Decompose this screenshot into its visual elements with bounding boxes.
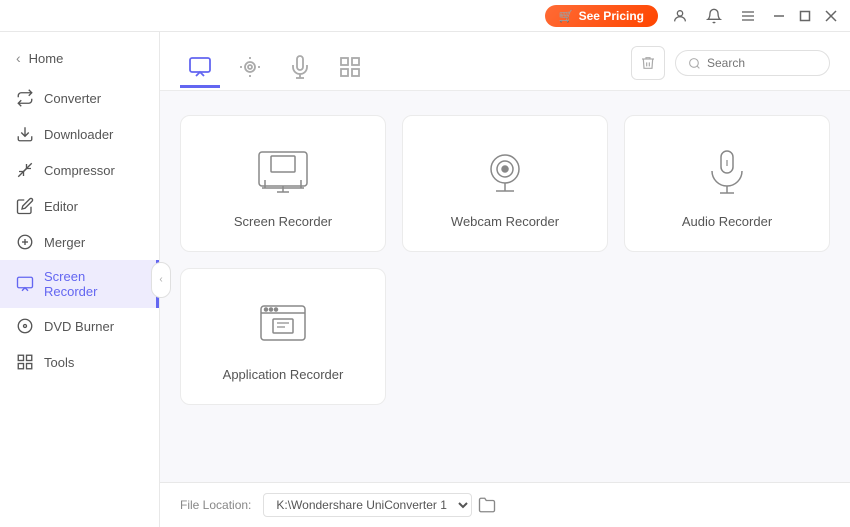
tab-webcam[interactable] [230, 48, 270, 88]
tab-audio[interactable] [280, 48, 320, 88]
user-profile-button[interactable] [666, 2, 694, 30]
toolbar-tabs [180, 48, 370, 88]
dvd-burner-icon [16, 317, 34, 335]
sidebar-item-downloader-label: Downloader [44, 127, 113, 142]
application-recorder-card[interactable]: Application Recorder [180, 268, 386, 405]
file-location-label: File Location: [180, 498, 251, 512]
sidebar-item-tools-label: Tools [44, 355, 74, 370]
sidebar-item-converter-label: Converter [44, 91, 101, 106]
window-controls [768, 5, 842, 27]
sidebar-item-editor[interactable]: Editor [0, 188, 159, 224]
title-bar: 🛒 See Pricing [0, 0, 850, 32]
downloader-icon [16, 125, 34, 143]
tools-icon [16, 353, 34, 371]
application-recorder-card-label: Application Recorder [223, 367, 344, 382]
sidebar-item-converter[interactable]: Converter [0, 80, 159, 116]
sidebar-item-editor-label: Editor [44, 199, 78, 214]
bell-icon [706, 8, 722, 24]
minimize-button[interactable] [768, 5, 790, 27]
file-path-select[interactable]: K:\Wondershare UniConverter 1 C:\Users\U… [263, 493, 472, 517]
folder-icon [478, 496, 496, 514]
menu-button[interactable] [734, 2, 762, 30]
tab-screen[interactable] [180, 48, 220, 88]
maximize-button[interactable] [794, 5, 816, 27]
back-arrow-icon: ‹ [16, 50, 21, 66]
sidebar-item-dvd-burner-label: DVD Burner [44, 319, 114, 334]
footer-path: K:\Wondershare UniConverter 1 C:\Users\U… [263, 493, 496, 517]
title-bar-icons [666, 2, 762, 30]
notification-button[interactable] [700, 2, 728, 30]
grid-area: Screen Recorder Webcam Recorder [160, 91, 850, 482]
screen-recorder-card[interactable]: Screen Recorder [180, 115, 386, 252]
screen-recorder-card-label: Screen Recorder [234, 214, 332, 229]
browse-folder-button[interactable] [478, 496, 496, 514]
sidebar-item-dvd-burner[interactable]: DVD Burner [0, 308, 159, 344]
sidebar-item-screen-recorder[interactable]: Screen Recorder [0, 260, 159, 308]
merger-icon [16, 233, 34, 251]
search-icon [688, 57, 701, 70]
user-icon [672, 8, 688, 24]
converter-icon [16, 89, 34, 107]
audio-recorder-card-label: Audio Recorder [682, 214, 772, 229]
home-label: Home [29, 51, 64, 66]
audio-recorder-card[interactable]: Audio Recorder [624, 115, 830, 252]
toolbar-actions [631, 46, 830, 90]
sidebar-item-screen-recorder-label: Screen Recorder [44, 269, 140, 299]
webcam-recorder-card-icon [477, 144, 533, 200]
sidebar-item-downloader[interactable]: Downloader [0, 116, 159, 152]
editor-icon [16, 197, 34, 215]
sidebar-collapse-button[interactable]: ‹ [151, 262, 171, 298]
screen-recorder-card-icon [255, 144, 311, 200]
webcam-recorder-card-label: Webcam Recorder [451, 214, 559, 229]
sidebar: ‹ Home Converter Downloader [0, 32, 160, 527]
sidebar-item-merger[interactable]: Merger [0, 224, 159, 260]
recorder-grid-row2: Application Recorder [180, 268, 830, 405]
sidebar-item-tools[interactable]: Tools [0, 344, 159, 380]
tab-apps[interactable] [330, 48, 370, 88]
audio-recorder-card-icon [699, 144, 755, 200]
hamburger-icon [740, 8, 756, 24]
screen-recorder-icon [16, 275, 34, 293]
sidebar-home[interactable]: ‹ Home [0, 42, 159, 74]
webcam-recorder-card[interactable]: Webcam Recorder [402, 115, 608, 252]
recorder-grid-row1: Screen Recorder Webcam Recorder [180, 115, 830, 252]
close-button[interactable] [820, 5, 842, 27]
see-pricing-button[interactable]: 🛒 See Pricing [545, 5, 658, 27]
search-box [675, 50, 830, 76]
toolbar [160, 32, 850, 91]
search-input[interactable] [707, 56, 817, 70]
compressor-icon [16, 161, 34, 179]
see-pricing-label: See Pricing [579, 9, 644, 23]
sidebar-item-compressor[interactable]: Compressor [0, 152, 159, 188]
sidebar-item-merger-label: Merger [44, 235, 85, 250]
footer: File Location: K:\Wondershare UniConvert… [160, 482, 850, 527]
app-container: ‹ Home Converter Downloader [0, 32, 850, 527]
application-recorder-card-icon [255, 297, 311, 353]
sidebar-item-compressor-label: Compressor [44, 163, 115, 178]
main-content: Screen Recorder Webcam Recorder [160, 32, 850, 527]
delete-button[interactable] [631, 46, 665, 80]
cart-icon: 🛒 [559, 9, 574, 23]
